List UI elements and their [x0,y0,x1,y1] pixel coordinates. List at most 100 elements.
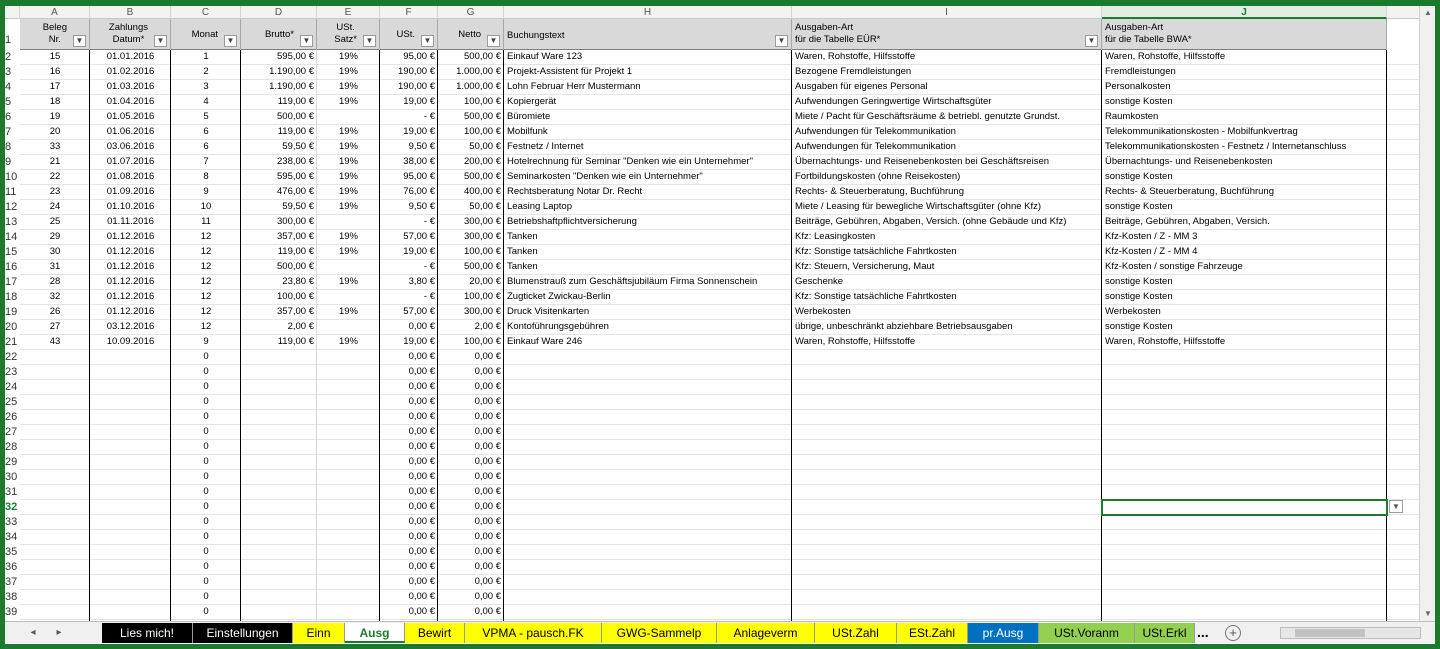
cell-h[interactable] [504,425,792,440]
cell-c[interactable]: 0 [171,590,241,605]
cell-b[interactable] [90,380,171,395]
cell-j[interactable]: sonstige Kosten [1102,95,1387,110]
cell-a[interactable]: 22 [20,170,90,185]
cell-g[interactable]: 0,00 € [438,395,504,410]
cell-d[interactable] [241,410,317,425]
cell-c[interactable]: 0 [171,365,241,380]
cell-g[interactable]: 500,00 € [438,170,504,185]
cell-h[interactable]: Kontoführungsgebühren [504,320,792,335]
cell-d[interactable]: 119,00 € [241,245,317,260]
row-number[interactable]: 9 [5,155,20,170]
cell-h[interactable] [504,530,792,545]
cell-f[interactable]: 3,80 € [380,275,438,290]
cell-a[interactable] [20,590,90,605]
cell-j[interactable] [1102,590,1387,605]
cell-h[interactable] [504,545,792,560]
cell-e[interactable]: 19% [317,155,380,170]
cell-dropdown-icon[interactable]: ▼ [1389,500,1403,513]
cell-j[interactable]: sonstige Kosten [1102,170,1387,185]
column-letter-f[interactable]: F [380,6,438,19]
cell-f[interactable]: 19,00 € [380,245,438,260]
cell-a[interactable]: 30 [20,245,90,260]
prev-sheet-icon[interactable]: ◂ [25,625,41,641]
cell-j[interactable]: sonstige Kosten [1102,290,1387,305]
cell-b[interactable]: 01.05.2016 [90,110,171,125]
cell-h[interactable]: Einkauf Ware 246 [504,335,792,350]
column-letter-g[interactable]: G [438,6,504,19]
cell-j[interactable] [1102,410,1387,425]
cell-a[interactable]: 23 [20,185,90,200]
cell-g[interactable]: 0,00 € [438,485,504,500]
row-number[interactable]: 11 [5,185,20,200]
cell-d[interactable] [241,560,317,575]
row-number[interactable]: 33 [5,515,20,530]
cell-i[interactable] [792,485,1102,500]
cell-d[interactable] [241,530,317,545]
cell-j[interactable]: Kfz-Kosten / Z - MM 4 [1102,245,1387,260]
cell-a[interactable]: 19 [20,110,90,125]
cell-i[interactable] [792,530,1102,545]
cell-g[interactable]: 0,00 € [438,350,504,365]
cell-h[interactable]: Hotelrechnung für Seminar "Denken wie ei… [504,155,792,170]
cell-i[interactable]: Miete / Pacht für Geschäftsräume & betri… [792,110,1102,125]
cell-b[interactable] [90,410,171,425]
cell-e[interactable] [317,365,380,380]
cell-g[interactable]: 500,00 € [438,260,504,275]
filter-dropdown-icon[interactable]: ▼ [154,35,167,47]
sheet-tab[interactable]: USt.Zahl [815,623,897,643]
cell-c[interactable]: 0 [171,425,241,440]
cell-g[interactable]: 300,00 € [438,305,504,320]
cell-a[interactable] [20,395,90,410]
cell-b[interactable]: 01.09.2016 [90,185,171,200]
cell-a[interactable]: 17 [20,80,90,95]
cell-g[interactable]: 20,00 € [438,275,504,290]
cell-f[interactable]: 0,00 € [380,485,438,500]
sheet-tab[interactable]: pr.Ausg [968,623,1039,643]
cell-e[interactable] [317,605,380,620]
cell-d[interactable] [241,425,317,440]
cell-a[interactable] [20,575,90,590]
cell-c[interactable]: 12 [171,275,241,290]
cell-g[interactable]: 0,00 € [438,605,504,620]
cell-e[interactable] [317,545,380,560]
cell-g[interactable]: 100,00 € [438,290,504,305]
cell-a[interactable]: 20 [20,125,90,140]
cell-b[interactable] [90,545,171,560]
cell-b[interactable] [90,575,171,590]
cell-b[interactable] [90,485,171,500]
cell-i[interactable] [792,350,1102,365]
cell-i[interactable]: Bezogene Fremdleistungen [792,65,1102,80]
more-tabs-button[interactable]: ... [1197,623,1209,643]
cell-i[interactable] [792,560,1102,575]
cell-c[interactable]: 12 [171,230,241,245]
cell-f[interactable]: 9,50 € [380,200,438,215]
cell-i[interactable]: Geschenke [792,275,1102,290]
cell-f[interactable]: 0,00 € [380,365,438,380]
cell-d[interactable]: 238,00 € [241,155,317,170]
row-number[interactable]: 32 [5,500,20,515]
row-number[interactable]: 25 [5,395,20,410]
cell-h[interactable]: Büromiete [504,110,792,125]
cell-e[interactable]: 19% [317,245,380,260]
cell-b[interactable]: 10.09.2016 [90,335,171,350]
cell-c[interactable]: 0 [171,545,241,560]
cell-c[interactable]: 9 [171,335,241,350]
cell-e[interactable]: 19% [317,80,380,95]
cell-h[interactable]: Druck Visitenkarten [504,305,792,320]
row-number[interactable]: 5 [5,95,20,110]
cell-b[interactable]: 01.04.2016 [90,95,171,110]
cell-b[interactable]: 01.02.2016 [90,65,171,80]
cell-b[interactable]: 01.12.2016 [90,245,171,260]
cell-c[interactable]: 0 [171,350,241,365]
cell-e[interactable]: 19% [317,125,380,140]
cell-i[interactable] [792,395,1102,410]
cell-c[interactable]: 0 [171,470,241,485]
cell-j[interactable] [1102,605,1387,620]
cell-f[interactable]: - € [380,260,438,275]
cell-d[interactable] [241,350,317,365]
cell-j[interactable] [1102,425,1387,440]
cell-a[interactable]: 21 [20,155,90,170]
cell-e[interactable] [317,500,380,515]
sheet-tab[interactable]: Einstellungen [193,623,293,643]
cell-f[interactable]: 0,00 € [380,590,438,605]
